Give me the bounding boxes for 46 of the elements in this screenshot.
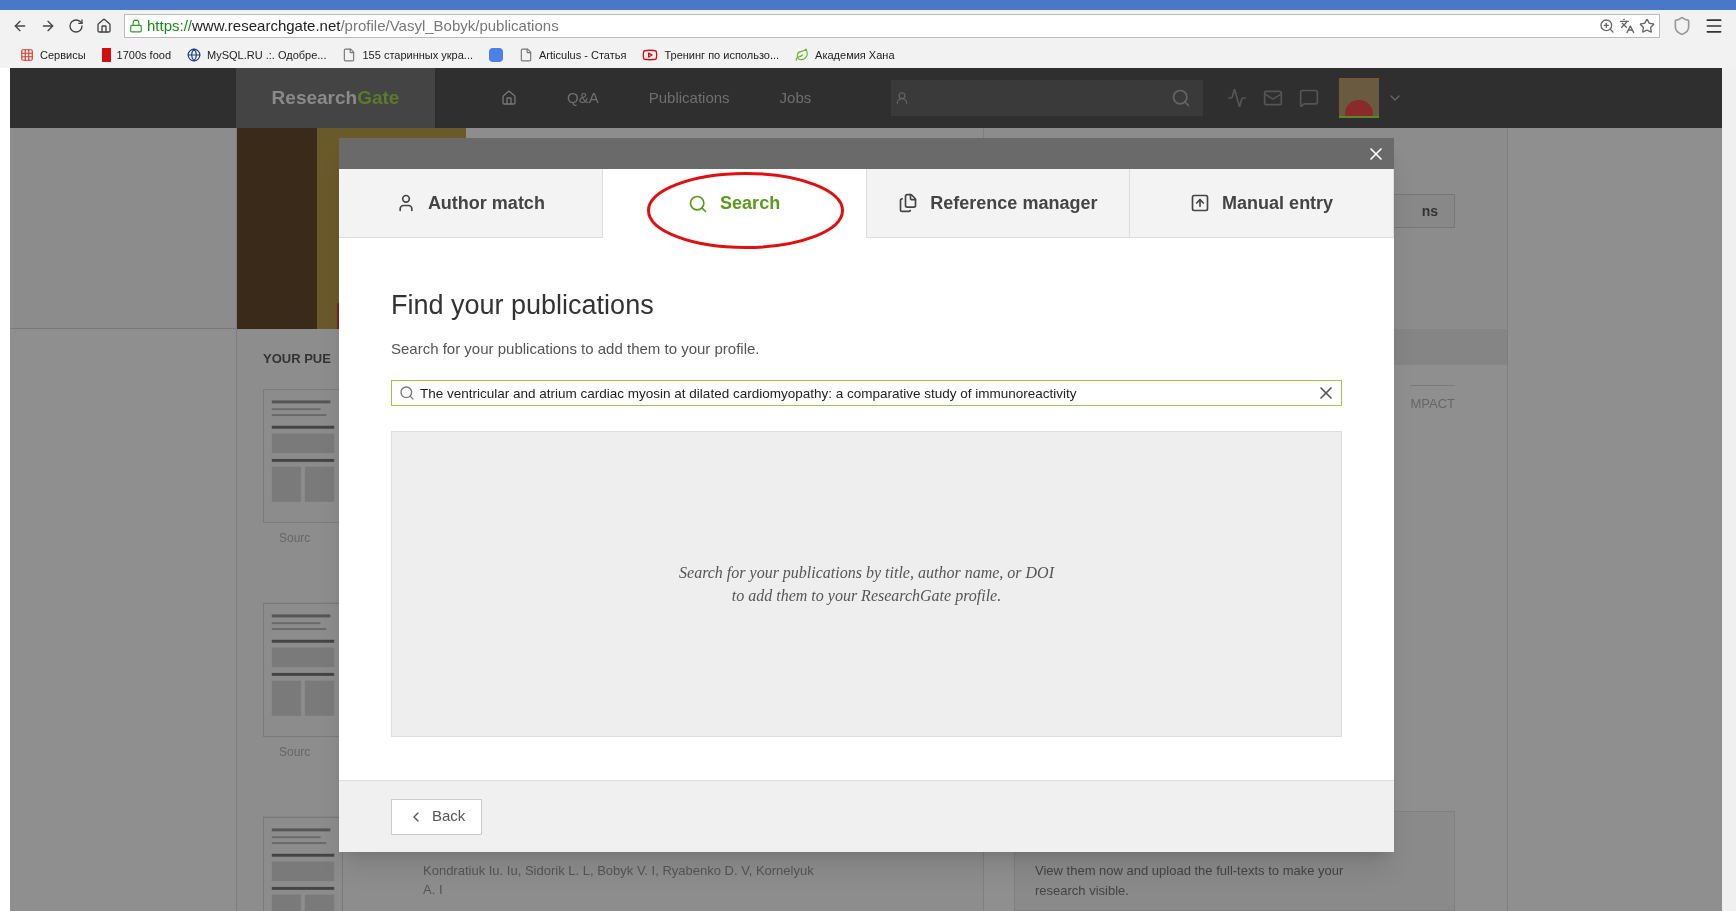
dialog-subtitle: Search for your publications to add them to your profile.: [391, 338, 761, 359]
lock-icon: [129, 19, 143, 33]
forward-icon[interactable]: [40, 18, 56, 34]
upload-icon: [1190, 193, 1211, 213]
bookmark-link[interactable]: Articulus - Статья: [539, 46, 627, 64]
documents-icon: [898, 193, 919, 213]
page-icon: [342, 48, 357, 62]
search-icon: [688, 193, 709, 214]
empty-state-text: to add them to your ResearchGate profile.: [731, 586, 1002, 607]
video-icon: [642, 47, 659, 63]
info-text: research visible.: [1035, 881, 1130, 900]
search-icon: [1171, 88, 1192, 108]
shield-icon[interactable]: [1672, 16, 1692, 36]
info-text: View them now and upload the full-texts to make your: [1035, 862, 1345, 880]
back-button[interactable]: Back: [391, 798, 483, 835]
address-bar[interactable]: https://www.researchgate.net/profile/Vasyl_Bobyk/publications: [124, 14, 1660, 38]
tab[interactable]: Manual entry: [1130, 169, 1394, 238]
apps-icon: [20, 48, 34, 62]
reload-icon[interactable]: [68, 18, 84, 34]
zoom-icon[interactable]: [1599, 18, 1615, 34]
globe-icon: [187, 48, 201, 62]
empty-state-text: Search for your publications by title, author name, or DOI: [679, 563, 1054, 584]
bookmark-link[interactable]: Академия Хана: [815, 46, 895, 64]
bookmark-icon: [101, 48, 111, 62]
menu-icon[interactable]: [1704, 16, 1724, 36]
search-field[interactable]: [913, 80, 1204, 116]
bookmark-link[interactable]: Сервисы: [40, 46, 86, 64]
google-icon: [489, 48, 503, 62]
url-text: https://www.researchgate.net/profile/Vasyl_Bobyk/publications: [147, 15, 559, 36]
dialog-title: Find your publications: [391, 289, 655, 322]
page-icon: [519, 48, 533, 62]
star-icon[interactable]: [1639, 18, 1655, 34]
leaf-icon: [795, 48, 810, 62]
section-heading: YOUR PUE: [263, 350, 331, 368]
search-field[interactable]: The ventricular and atrium cardiac myosin at dilated cardiomyopathy: a comparative study of immunoreactivity: [391, 380, 1342, 406]
tab[interactable]: Reference manager: [866, 169, 1131, 238]
search-icon: [399, 385, 415, 401]
bookmark-link[interactable]: Тренинг по использо...: [664, 46, 780, 64]
avatar[interactable]: [1339, 78, 1380, 118]
translate-icon[interactable]: [1619, 18, 1635, 34]
tab[interactable]: Author match: [339, 169, 603, 238]
home-icon[interactable]: [96, 18, 112, 34]
bookmark-link[interactable]: 155 старинных укра...: [362, 46, 473, 64]
back-icon[interactable]: [12, 18, 28, 34]
bookmark-link[interactable]: 1700s food: [116, 46, 171, 64]
bookmark-link[interactable]: MySQL.RU .:. Одобре...: [207, 46, 327, 64]
